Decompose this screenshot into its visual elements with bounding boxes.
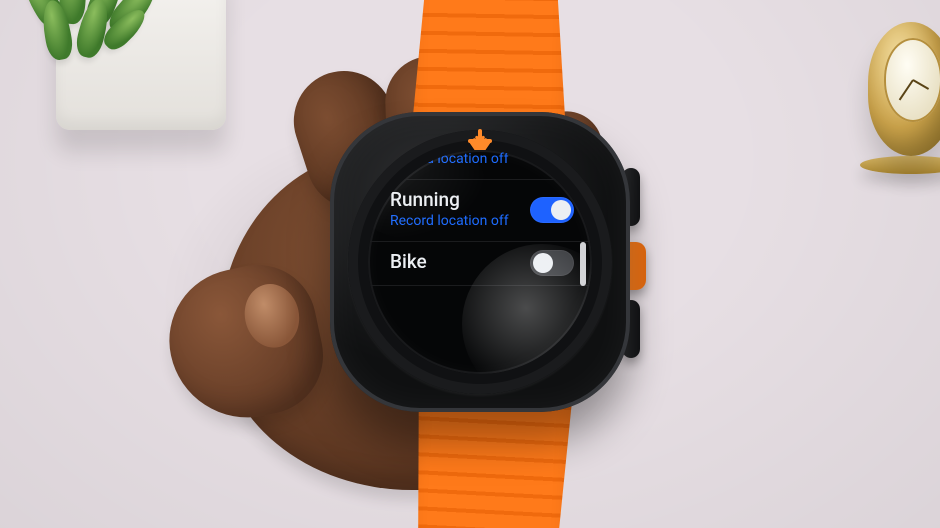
- smartwatch: king Record location off Running Record …: [330, 112, 630, 412]
- watch-screen[interactable]: king Record location off Running Record …: [368, 150, 592, 374]
- list-item-title: Bike: [390, 252, 536, 273]
- toggle-bike[interactable]: [530, 250, 574, 276]
- gold-desk-clock: [854, 22, 940, 172]
- list-item-running[interactable]: Running Record location off: [368, 180, 592, 242]
- list-item-subtitle: Record location off: [390, 213, 510, 229]
- activity-auto-detect-list[interactable]: king Record location off Running Record …: [368, 150, 592, 286]
- scroll-indicator: [580, 242, 586, 286]
- list-item-bike[interactable]: Bike: [368, 242, 592, 286]
- list-item-title: Running: [390, 190, 536, 211]
- list-item-subtitle: Record location off: [390, 151, 510, 167]
- list-item-walking[interactable]: king Record location off: [368, 150, 592, 180]
- toggle-running[interactable]: [530, 197, 574, 223]
- photo-scene: king Record location off Running Record …: [0, 0, 940, 528]
- plant-pot: [56, 0, 226, 130]
- watch-case: king Record location off Running Record …: [330, 112, 630, 412]
- toggle-walking[interactable]: [530, 150, 574, 166]
